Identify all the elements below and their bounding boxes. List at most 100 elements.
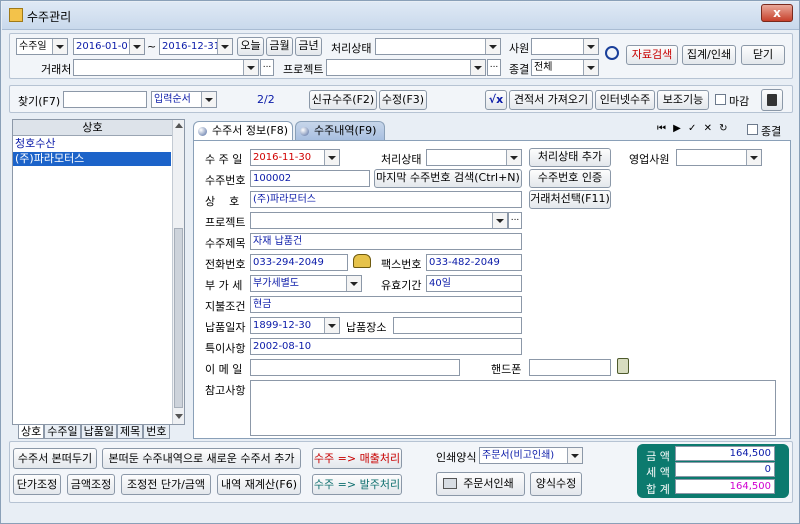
notes-input[interactable]: 2002-08-10 xyxy=(250,338,522,355)
order-no-input[interactable]: 100002 xyxy=(250,170,370,187)
validity-input[interactable]: 40일 xyxy=(426,275,522,292)
memo-textarea[interactable] xyxy=(250,380,776,436)
chevron-down-icon xyxy=(324,150,339,165)
email-label: 이 메 일 xyxy=(205,363,243,376)
order-date-input[interactable]: 2016-11-30 xyxy=(250,149,340,166)
add-status-button[interactable]: 처리상태 추가 xyxy=(529,148,611,167)
subject-input[interactable]: 자재 납품건 xyxy=(250,233,522,250)
finished-checkbox-label: 종결 xyxy=(761,125,782,138)
window-close-button[interactable]: x xyxy=(761,4,793,22)
new-order-button[interactable]: 신규수주(F2) xyxy=(309,90,377,110)
order-to-purchase-button[interactable]: 수주 => 발주처리 xyxy=(312,474,402,495)
aggregate-print-button[interactable]: 집계/인쇄 xyxy=(682,45,736,65)
list-scrollbar[interactable] xyxy=(172,120,184,424)
client-filter-select[interactable] xyxy=(73,59,259,76)
close-button[interactable]: 닫기 xyxy=(741,45,785,65)
project-select[interactable] xyxy=(250,212,508,229)
employee-filter-select[interactable] xyxy=(531,38,599,55)
tab-order-details[interactable]: 수주내역(F9) xyxy=(295,121,385,140)
delivery-place-input[interactable] xyxy=(393,317,522,334)
chevron-down-icon xyxy=(243,60,258,75)
company-input[interactable]: (주)파라모터스 xyxy=(250,191,522,208)
radio-icon xyxy=(300,127,309,136)
payment-input[interactable]: 현금 xyxy=(250,296,522,313)
sales-rep-select[interactable] xyxy=(676,149,762,166)
list-item[interactable]: 청호수산 xyxy=(13,137,171,151)
new-from-copy-button[interactable]: 본떠둔 수주내역으로 새로운 수주서 추가 xyxy=(102,448,301,469)
payment-label: 지불조건 xyxy=(205,300,246,313)
print-format-select[interactable]: 주문서(비고인쇄) xyxy=(479,447,583,464)
select-client-button[interactable]: 거래처선택(F11) xyxy=(529,190,611,209)
sort-tab-delivery-date[interactable]: 납품일 xyxy=(80,425,117,439)
status-select[interactable] xyxy=(426,149,522,166)
pre-adjust-price-button[interactable]: 조정전 단가/금액 xyxy=(121,474,211,495)
recalculate-button[interactable]: 내역 재계산(F6) xyxy=(217,474,301,495)
order-value: 입력순서 xyxy=(154,94,191,105)
phone-input[interactable]: 033-294-2049 xyxy=(250,254,348,271)
record-nav-icons[interactable]: ⏮ ▶ ✓ ✕ ↻ xyxy=(657,123,730,134)
scroll-down-icon[interactable] xyxy=(175,414,183,419)
search-data-button[interactable]: 자료검색 xyxy=(626,45,678,65)
order-select[interactable]: 입력순서 xyxy=(151,91,217,108)
finished-checkbox[interactable] xyxy=(747,124,758,135)
find-input[interactable] xyxy=(63,91,147,108)
edit-order-button[interactable]: 수정(F3) xyxy=(379,90,427,110)
project-filter-select[interactable] xyxy=(326,59,486,76)
close-checkbox-label: 마감 xyxy=(729,95,750,108)
sort-tab-number[interactable]: 번호 xyxy=(143,425,170,439)
status-filter-label: 처리상태 xyxy=(331,42,372,55)
memo-label: 참고사항 xyxy=(205,384,246,397)
order-to-sales-button[interactable]: 수주 => 매출처리 xyxy=(312,448,402,469)
email-input[interactable] xyxy=(250,359,460,376)
mobile-input[interactable] xyxy=(529,359,611,376)
total-label: 합 계 xyxy=(646,483,670,496)
sort-tab-order-date[interactable]: 수주일 xyxy=(44,425,81,439)
phone-icon[interactable] xyxy=(353,254,371,268)
edit-format-button[interactable]: 양식수정 xyxy=(530,472,582,496)
total-value: 164,500 xyxy=(675,479,775,494)
import-quote-button[interactable]: 견적서 가져오기 xyxy=(509,90,593,110)
today-button[interactable]: 오늘 xyxy=(237,37,264,56)
mobile-phone-icon[interactable] xyxy=(617,358,629,374)
verify-order-no-button[interactable]: 수주번호 인증 xyxy=(529,169,611,188)
this-year-button[interactable]: 금년 xyxy=(295,37,322,56)
scroll-up-icon[interactable] xyxy=(175,123,183,128)
sort-tab-subject[interactable]: 제목 xyxy=(117,425,144,439)
status-filter-select[interactable] xyxy=(375,38,501,55)
refresh-icon[interactable] xyxy=(605,46,619,60)
amount-adjust-button[interactable]: 금액조정 xyxy=(67,474,115,495)
project-browse-button[interactable]: ... xyxy=(487,59,501,76)
vat-select[interactable]: 부가세별도 xyxy=(250,275,362,292)
calculator-icon[interactable]: √x xyxy=(485,90,507,110)
client-browse-button[interactable]: ... xyxy=(260,59,274,76)
unit-price-adjust-button[interactable]: 단가조정 xyxy=(13,474,61,495)
vat-label: 부 가 세 xyxy=(205,279,243,292)
print-format-label: 인쇄양식 xyxy=(436,451,477,464)
trash-icon[interactable] xyxy=(761,89,783,111)
close-checkbox[interactable] xyxy=(715,94,726,105)
chevron-down-icon xyxy=(746,150,761,165)
list-item-selected[interactable]: (주)파라모터스 xyxy=(13,152,171,166)
delivery-date-input[interactable]: 1899-12-30 xyxy=(250,317,340,334)
copy-order-button[interactable]: 수주서 본떠두기 xyxy=(13,448,97,469)
date-from-input[interactable]: 2016-01-01 xyxy=(73,38,145,55)
fax-input[interactable]: 033-482-2049 xyxy=(426,254,522,271)
page-indicator: 2/2 xyxy=(257,93,275,106)
project-filter-label: 프로젝트 xyxy=(283,63,324,76)
order-date-value: 2016-11-30 xyxy=(253,152,312,163)
sort-tab-company[interactable]: 상호 xyxy=(18,425,45,439)
date-type-select[interactable]: 수주일 xyxy=(16,38,68,55)
print-order-button[interactable]: 주문서인쇄 xyxy=(436,472,525,496)
delivery-date-value: 1899-12-30 xyxy=(253,320,312,331)
internet-order-button[interactable]: 인터넷수주 xyxy=(595,90,655,110)
scrollbar-thumb[interactable] xyxy=(174,228,183,408)
closed-filter-select[interactable]: 전체 xyxy=(531,59,599,76)
chevron-down-icon xyxy=(217,39,232,54)
project-browse-button[interactable]: ... xyxy=(508,212,522,229)
tab-order-info[interactable]: 수주서 정보(F8) xyxy=(193,121,293,140)
last-order-no-button[interactable]: 마지막 수주번호 검색(Ctrl+N) xyxy=(374,169,522,188)
support-function-button[interactable]: 보조기능 xyxy=(657,90,709,110)
date-to-input[interactable]: 2016-12-31 xyxy=(159,38,233,55)
phone-label: 전화번호 xyxy=(205,258,246,271)
this-month-button[interactable]: 금월 xyxy=(266,37,293,56)
